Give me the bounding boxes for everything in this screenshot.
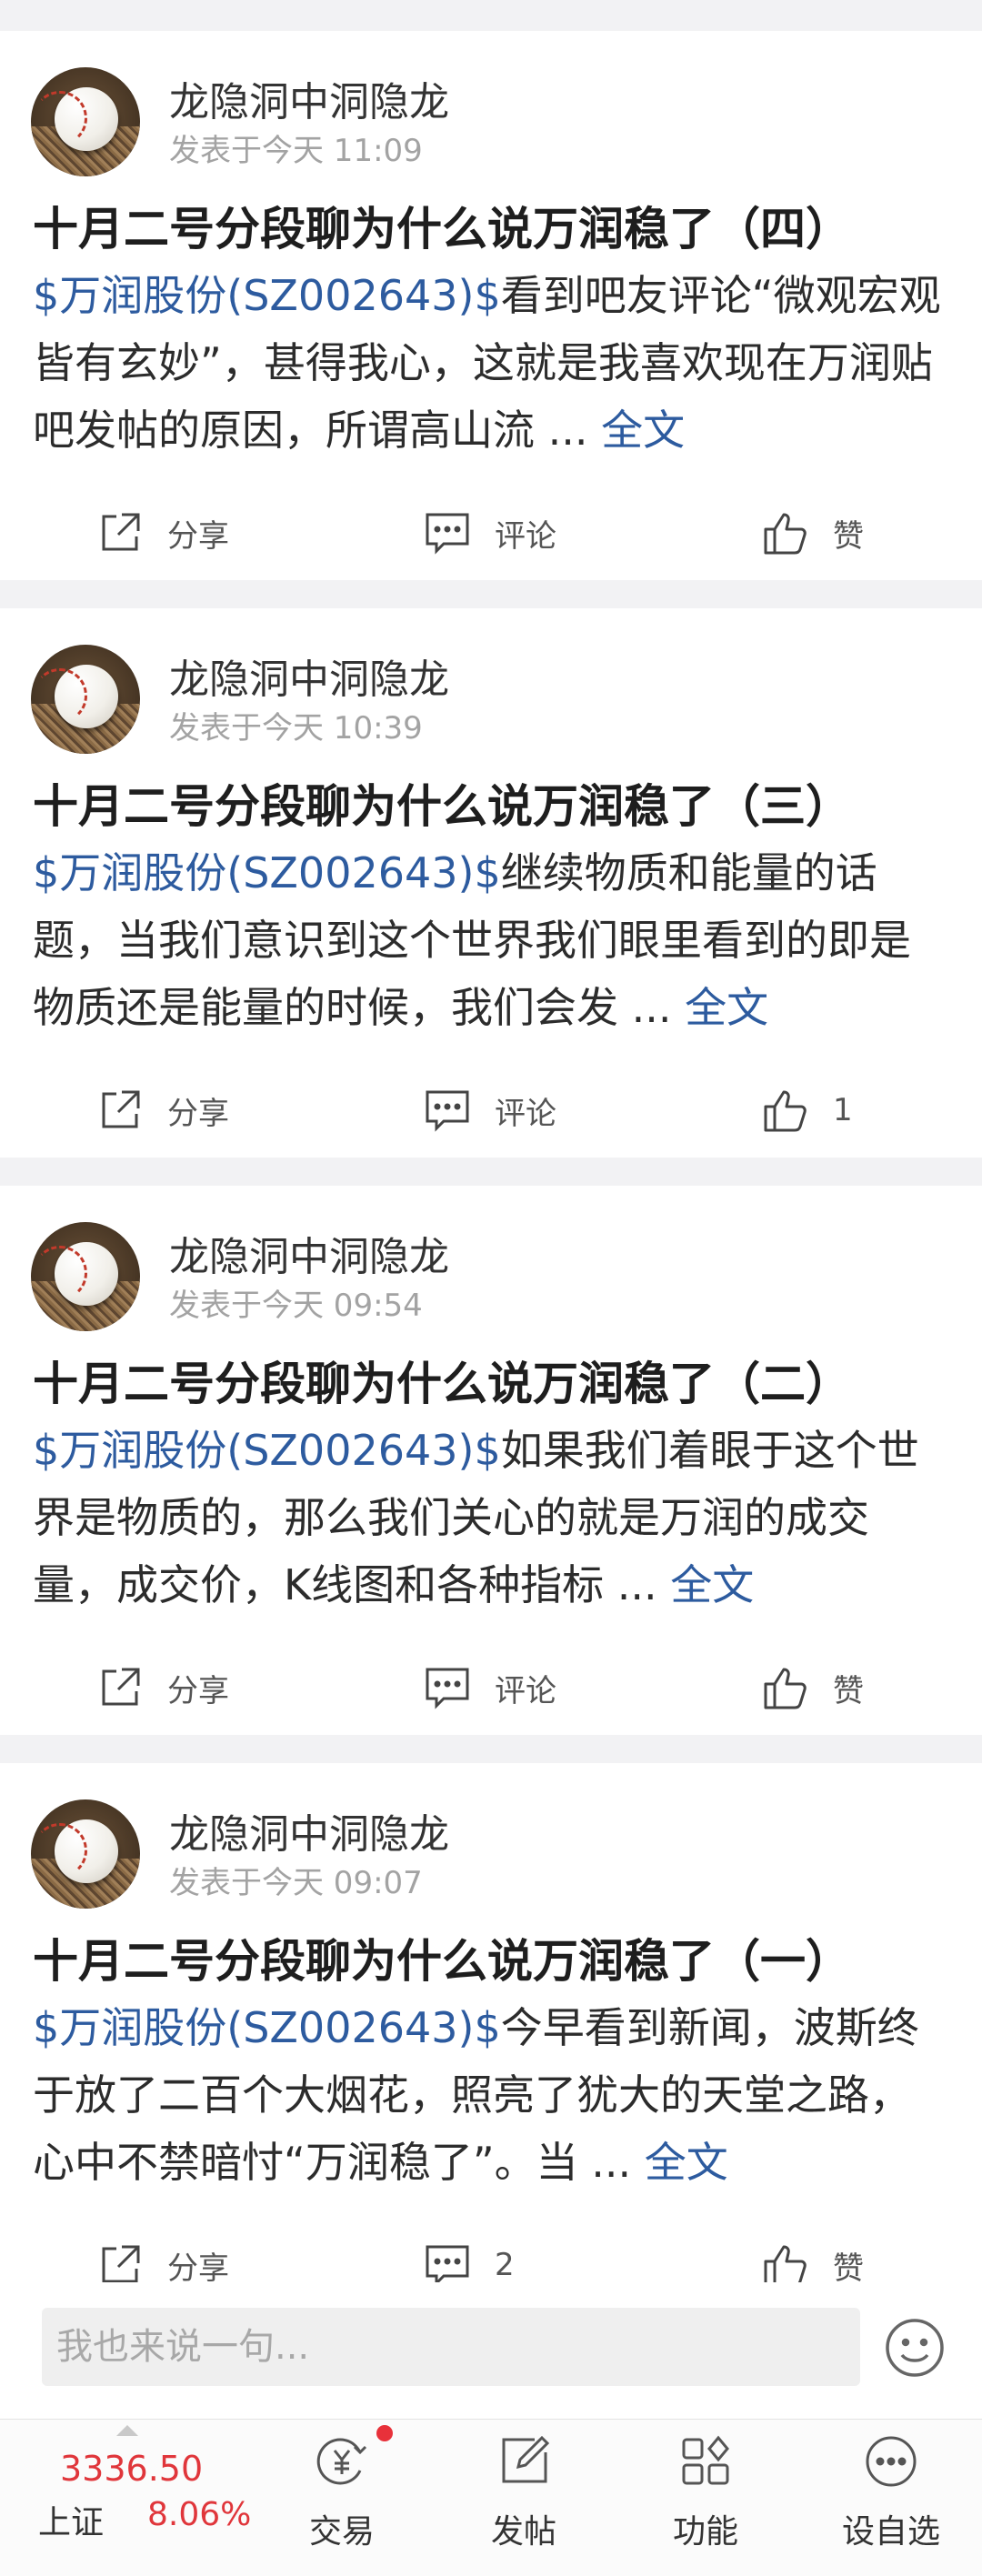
comment-button[interactable]: 评论 [424, 1074, 556, 1147]
share-icon [102, 513, 140, 551]
read-more-link[interactable]: 全文 [685, 983, 768, 1032]
index-name: 上证 [38, 2504, 105, 2541]
more-dots-icon [866, 2436, 917, 2487]
author-name[interactable]: 龙隐洞中洞隐龙 [169, 1224, 449, 1282]
share-icon [102, 1668, 140, 1706]
notification-dot [376, 2425, 393, 2441]
tab-label: 设自选 [841, 2513, 940, 2551]
tab-watchlist[interactable]: 设自选 [800, 2420, 982, 2576]
avatar[interactable] [31, 1222, 140, 1331]
like-button[interactable]: 赞 [762, 496, 864, 569]
post-card[interactable]: 龙隐洞中洞隐龙 发表于今天 09:54 十月二号分段聊为什么说万润稳了（二） $… [0, 1186, 982, 1735]
comment-label: 评论 [495, 1672, 556, 1709]
post-title[interactable]: 十月二号分段聊为什么说万润稳了（二） [33, 1348, 851, 1413]
post-title[interactable]: 十月二号分段聊为什么说万润稳了（三） [33, 770, 851, 836]
post-excerpt[interactable]: $万润股份(SZ002643)$如果我们着眼于这个世界是物质的，那么我们关心的就… [33, 1417, 951, 1619]
like-label: 赞 [833, 517, 864, 555]
thumbs-up-icon [764, 1090, 807, 1132]
share-button[interactable]: 分享 [96, 496, 229, 569]
post-excerpt[interactable]: $万润股份(SZ002643)$看到吧友评论“微观宏观皆有玄妙”，甚得我心，这就… [33, 262, 951, 464]
tab-post[interactable]: 发帖 [433, 2420, 615, 2576]
comment-bar: 我也来说一句... [0, 2282, 982, 2419]
bottom-tab-bar: 3336.50 上证 8.06% 交易 发帖 功能 设自选 [0, 2419, 982, 2576]
post-title[interactable]: 十月二号分段聊为什么说万润稳了（四） [33, 193, 851, 258]
author-name[interactable]: 龙隐洞中洞隐龙 [169, 1801, 449, 1859]
post-title[interactable]: 十月二号分段聊为什么说万润稳了（一） [33, 1925, 851, 1990]
post-card[interactable]: 龙隐洞中洞隐龙 发表于今天 10:39 十月二号分段聊为什么说万润稳了（三） $… [0, 608, 982, 1158]
author-name[interactable]: 龙隐洞中洞隐龙 [169, 647, 449, 705]
post-card[interactable]: 龙隐洞中洞隐龙 发表于今天 11:09 十月二号分段聊为什么说万润稳了（四） $… [0, 31, 982, 580]
share-button[interactable]: 分享 [96, 1074, 229, 1147]
index-value: 3336.50 [60, 2449, 204, 2489]
comment-button[interactable]: 评论 [424, 1651, 556, 1724]
stock-tag-link[interactable]: $万润股份(SZ002643)$ [33, 2003, 501, 2052]
read-more-link[interactable]: 全文 [601, 406, 685, 455]
thumbs-up-icon [764, 513, 807, 555]
like-button[interactable]: 赞 [762, 1651, 864, 1724]
tab-trade[interactable]: 交易 [251, 2420, 433, 2576]
share-button[interactable]: 分享 [96, 1651, 229, 1724]
comment-button[interactable]: 评论 [424, 496, 556, 569]
post-excerpt[interactable]: $万润股份(SZ002643)$今早看到新闻，波斯终于放了二百个大烟花，照亮了犹… [33, 1994, 951, 2196]
share-label: 分享 [167, 1672, 229, 1709]
post-time: 发表于今天 10:39 [169, 710, 423, 747]
grid-icon [682, 2435, 729, 2485]
share-label: 分享 [167, 517, 229, 555]
tab-label: 发帖 [490, 2513, 556, 2551]
read-more-link[interactable]: 全文 [670, 1560, 754, 1609]
post-card[interactable]: 龙隐洞中洞隐龙 发表于今天 09:07 十月二号分段聊为什么说万润稳了（一） $… [0, 1763, 982, 2312]
like-button[interactable]: 1 [762, 1074, 853, 1147]
stock-tag-link[interactable]: $万润股份(SZ002643)$ [33, 848, 501, 897]
tab-functions[interactable]: 功能 [615, 2420, 797, 2576]
comment-icon [426, 1668, 469, 1709]
like-label: 赞 [833, 1672, 864, 1709]
like-count: 1 [833, 1092, 853, 1128]
post-time: 发表于今天 11:09 [169, 133, 423, 169]
tab-label: 功能 [672, 2513, 738, 2551]
market-index-widget[interactable]: 3336.50 上证 8.06% [27, 2420, 264, 2576]
share-label: 分享 [167, 1095, 229, 1132]
thumbs-up-icon [764, 1668, 807, 1709]
comment-icon [426, 513, 469, 555]
comment-count: 2 [495, 2247, 515, 2283]
stock-tag-link[interactable]: $万润股份(SZ002643)$ [33, 1426, 501, 1475]
post-time: 发表于今天 09:07 [169, 1865, 423, 1901]
comment-label: 评论 [495, 1095, 556, 1132]
avatar[interactable] [31, 67, 140, 176]
like-label: 赞 [833, 2250, 864, 2287]
post-actions: 分享 评论 1 [0, 1074, 982, 1147]
post-excerpt[interactable]: $万润股份(SZ002643)$继续物质和能量的话题，当我们意识到这个世界我们眼… [33, 839, 951, 1041]
comment-label: 评论 [495, 517, 556, 555]
read-more-link[interactable]: 全文 [645, 2138, 728, 2187]
post-actions: 分享 评论 赞 [0, 496, 982, 569]
author-name[interactable]: 龙隐洞中洞隐龙 [169, 69, 449, 127]
post-time: 发表于今天 09:54 [169, 1288, 423, 1324]
stock-tag-link[interactable]: $万润股份(SZ002643)$ [33, 271, 501, 320]
comment-input[interactable]: 我也来说一句... [42, 2308, 860, 2386]
index-change: 8.06% [147, 2496, 252, 2533]
share-icon [102, 1090, 140, 1128]
tab-label: 交易 [308, 2513, 375, 2551]
emoji-icon[interactable] [882, 2315, 947, 2381]
expand-up-icon [116, 2425, 138, 2436]
avatar[interactable] [31, 1799, 140, 1909]
post-actions: 分享 评论 赞 [0, 1651, 982, 1724]
share-label: 分享 [167, 2250, 229, 2287]
compose-icon [502, 2435, 550, 2483]
yen-coin-icon [316, 2438, 367, 2485]
comment-icon [426, 1090, 469, 1132]
post-feed: 龙隐洞中洞隐龙 发表于今天 11:09 十月二号分段聊为什么说万润稳了（四） $… [0, 31, 982, 2340]
avatar[interactable] [31, 645, 140, 754]
